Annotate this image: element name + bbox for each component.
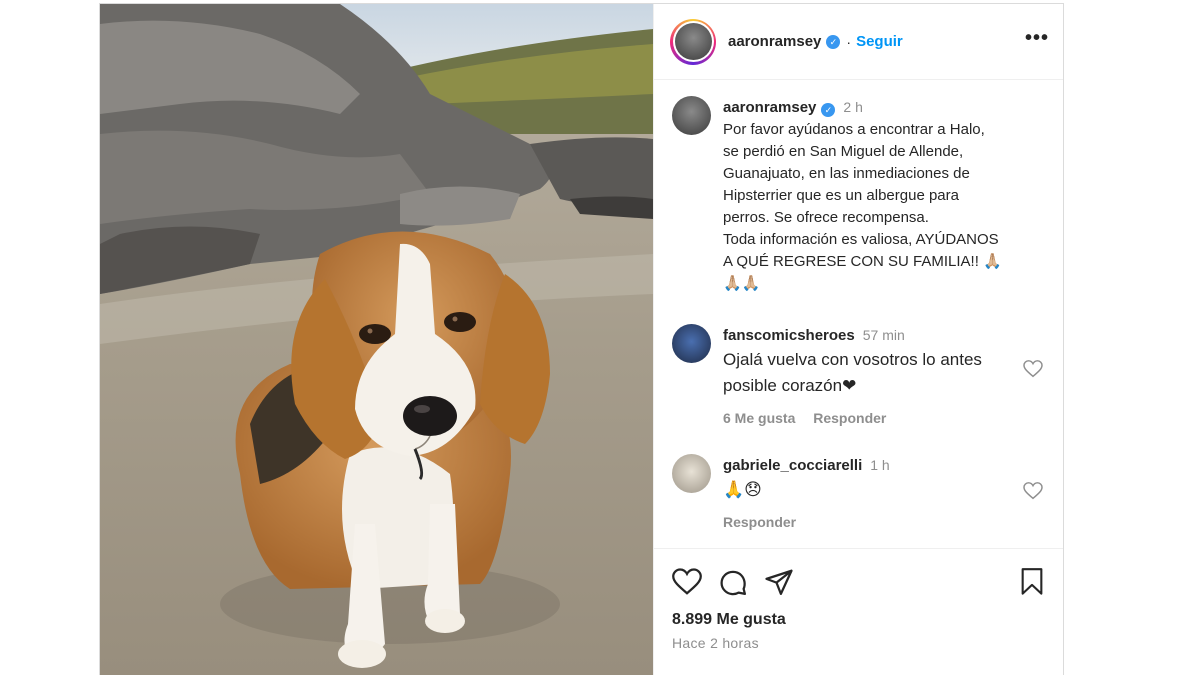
comment-text: Ojalá vuelva con vosotros lo antes posib… [723,350,982,395]
bookmark-icon[interactable] [1019,568,1045,596]
comment-likes[interactable]: 6 Me gusta [723,410,795,426]
caption-username[interactable]: aaronramsey [723,99,816,116]
comment-username[interactable]: fanscomicsheroes [723,327,855,344]
post-sidebar: aaronramsey ✓ · Seguir ••• aaronramsey ✓ 2… [653,4,1063,675]
comment-username[interactable]: gabriele_cocciarelli [723,457,862,474]
post-actions: 8.899 Me gusta Hace 2 horas [654,548,1063,651]
comment-avatar[interactable] [672,324,711,363]
like-comment-icon[interactable] [1023,482,1043,500]
comment-time[interactable]: 1 h [870,457,889,473]
separator-dot: · [846,33,852,50]
comment: fanscomicsheroes 57 min Ojalá vuelva con … [672,324,1043,429]
comment-text: 🙏😞 [723,480,762,499]
verified-icon: ✓ [821,103,836,117]
post-timestamp[interactable]: Hace 2 horas [672,635,1045,651]
post-photo[interactable] [100,4,653,675]
like-comment-icon[interactable] [1023,360,1043,378]
caption: aaronramsey ✓ 2 h Por favor ayúdanos a enc… [672,96,1043,295]
likes-count[interactable]: 8.899 Me gusta [672,611,1045,629]
more-options-icon[interactable]: ••• [1025,28,1049,51]
comment-icon[interactable] [718,567,748,597]
caption-time[interactable]: 2 h [843,99,862,115]
caption-text: Por favor ayúdanos a encontrar a Halo, s… [723,121,1002,292]
reply-button[interactable]: Responder [723,514,796,530]
post-header: aaronramsey ✓ · Seguir ••• [654,4,1063,80]
author-username[interactable]: aaronramsey [728,33,821,50]
comment-avatar[interactable] [672,454,711,493]
caption-avatar[interactable] [672,96,711,135]
share-icon[interactable] [764,568,794,596]
author-avatar[interactable] [674,23,712,60]
beagle-photo [100,4,653,675]
comment-time[interactable]: 57 min [863,327,905,343]
instagram-post: aaronramsey ✓ · Seguir ••• aaronramsey ✓ 2… [99,3,1064,675]
heart-icon[interactable] [672,568,702,596]
follow-button[interactable]: Seguir [856,33,903,50]
reply-button[interactable]: Responder [813,410,886,426]
comment: gabriele_cocciarelli 1 h 🙏😞 Responder [672,454,1043,533]
author-avatar-ring[interactable] [670,18,716,65]
verified-icon: ✓ [826,34,841,49]
